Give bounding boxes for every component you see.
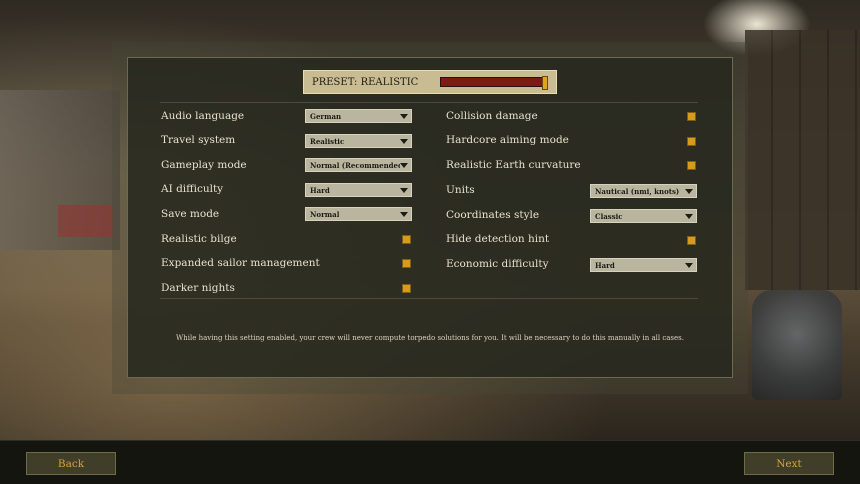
collision-damage-checkbox[interactable]	[687, 112, 696, 121]
setting-label: Realistic bilge	[161, 233, 237, 245]
chevron-down-icon	[400, 211, 408, 217]
background-machinery	[752, 290, 842, 400]
setting-row-coordinates-style: Coordinates style	[446, 207, 539, 223]
setting-row-darker-nights: Darker nights	[161, 280, 235, 296]
setting-row-realistic-bilge: Realistic bilge	[161, 231, 237, 247]
setting-row-ai-difficulty: AI difficulty	[161, 181, 223, 197]
expanded-sailor-management-checkbox[interactable]	[402, 259, 411, 268]
background-brick-wall	[745, 30, 860, 290]
preset-slider-thumb[interactable]	[542, 76, 548, 90]
setting-label: Units	[446, 184, 475, 196]
preset-slider-fill	[441, 78, 547, 86]
setting-label: Hide detection hint	[446, 233, 550, 245]
setting-label: Realistic Earth curvature	[446, 159, 581, 171]
setting-label: Collision damage	[446, 110, 538, 122]
dropdown-value: Realistic	[310, 136, 345, 146]
setting-row-hide-detection-hint: Hide detection hint	[446, 231, 549, 247]
preset-selector[interactable]: PRESET: REALISTIC	[303, 70, 557, 94]
setting-label: AI difficulty	[161, 183, 224, 195]
bottom-bar	[0, 440, 860, 484]
hide-detection-hint-checkbox[interactable]	[687, 236, 696, 245]
setting-label: Coordinates style	[446, 209, 540, 221]
setting-label: Travel system	[161, 134, 236, 146]
dropdown-value: Nautical (nmi, knots)	[595, 186, 680, 196]
next-button[interactable]: Next	[744, 452, 834, 475]
ai-difficulty-dropdown[interactable]: Hard	[305, 183, 412, 197]
chevron-down-icon	[685, 188, 693, 194]
hardcore-aiming-mode-checkbox[interactable]	[687, 137, 696, 146]
dropdown-value: Normal	[310, 209, 340, 219]
setting-label: Economic difficulty	[446, 258, 549, 270]
setting-row-travel-system: Travel system	[161, 132, 235, 148]
dropdown-value: Hard	[595, 260, 615, 270]
setting-label: Hardcore aiming mode	[446, 134, 569, 146]
setting-row-expanded-sailor-management: Expanded sailor management	[161, 255, 320, 271]
gameplay-mode-dropdown[interactable]: Normal (Recommended)	[305, 158, 412, 172]
preset-slider[interactable]	[440, 76, 548, 90]
preset-label: PRESET: REALISTIC	[312, 76, 419, 88]
setting-row-realistic-earth-curvature: Realistic Earth curvature	[446, 157, 581, 173]
chevron-down-icon	[400, 113, 408, 119]
setting-row-collision-damage: Collision damage	[446, 108, 538, 124]
realistic-earth-curvature-checkbox[interactable]	[687, 161, 696, 170]
chevron-down-icon	[685, 262, 693, 268]
dropdown-value: Classic	[595, 211, 623, 221]
setting-row-economic-difficulty: Economic difficulty	[446, 256, 549, 272]
setting-label: Darker nights	[161, 282, 235, 294]
save-mode-dropdown[interactable]: Normal	[305, 207, 412, 221]
dropdown-value: German	[310, 111, 342, 121]
darker-nights-checkbox[interactable]	[402, 284, 411, 293]
chevron-down-icon	[400, 187, 408, 193]
chevron-down-icon	[685, 213, 693, 219]
economic-difficulty-dropdown[interactable]: Hard	[590, 258, 697, 272]
setting-label: Gameplay mode	[161, 159, 247, 171]
dropdown-value: Hard	[310, 185, 330, 195]
chevron-down-icon	[400, 138, 408, 144]
chevron-down-icon	[400, 162, 408, 168]
travel-system-dropdown[interactable]: Realistic	[305, 134, 412, 148]
setting-label: Audio language	[161, 110, 245, 122]
setting-row-gameplay-mode: Gameplay mode	[161, 157, 247, 173]
setting-label: Save mode	[161, 208, 220, 220]
setting-row-units: Units	[446, 182, 475, 198]
audio-language-dropdown[interactable]: German	[305, 109, 412, 123]
setting-row-audio-language: Audio language	[161, 108, 244, 124]
units-dropdown[interactable]: Nautical (nmi, knots)	[590, 184, 697, 198]
bottom-divider	[160, 298, 698, 299]
setting-row-hardcore-aiming-mode: Hardcore aiming mode	[446, 132, 569, 148]
top-divider	[160, 102, 698, 103]
coordinates-style-dropdown[interactable]: Classic	[590, 209, 697, 223]
back-button[interactable]: Back	[26, 452, 116, 475]
dropdown-value: Normal (Recommended)	[310, 160, 400, 170]
setting-description: While having this setting enabled, your …	[176, 334, 684, 342]
setting-row-save-mode: Save mode	[161, 206, 219, 222]
setting-label: Expanded sailor management	[161, 257, 320, 269]
background-red-sign	[58, 205, 113, 237]
realistic-bilge-checkbox[interactable]	[402, 235, 411, 244]
